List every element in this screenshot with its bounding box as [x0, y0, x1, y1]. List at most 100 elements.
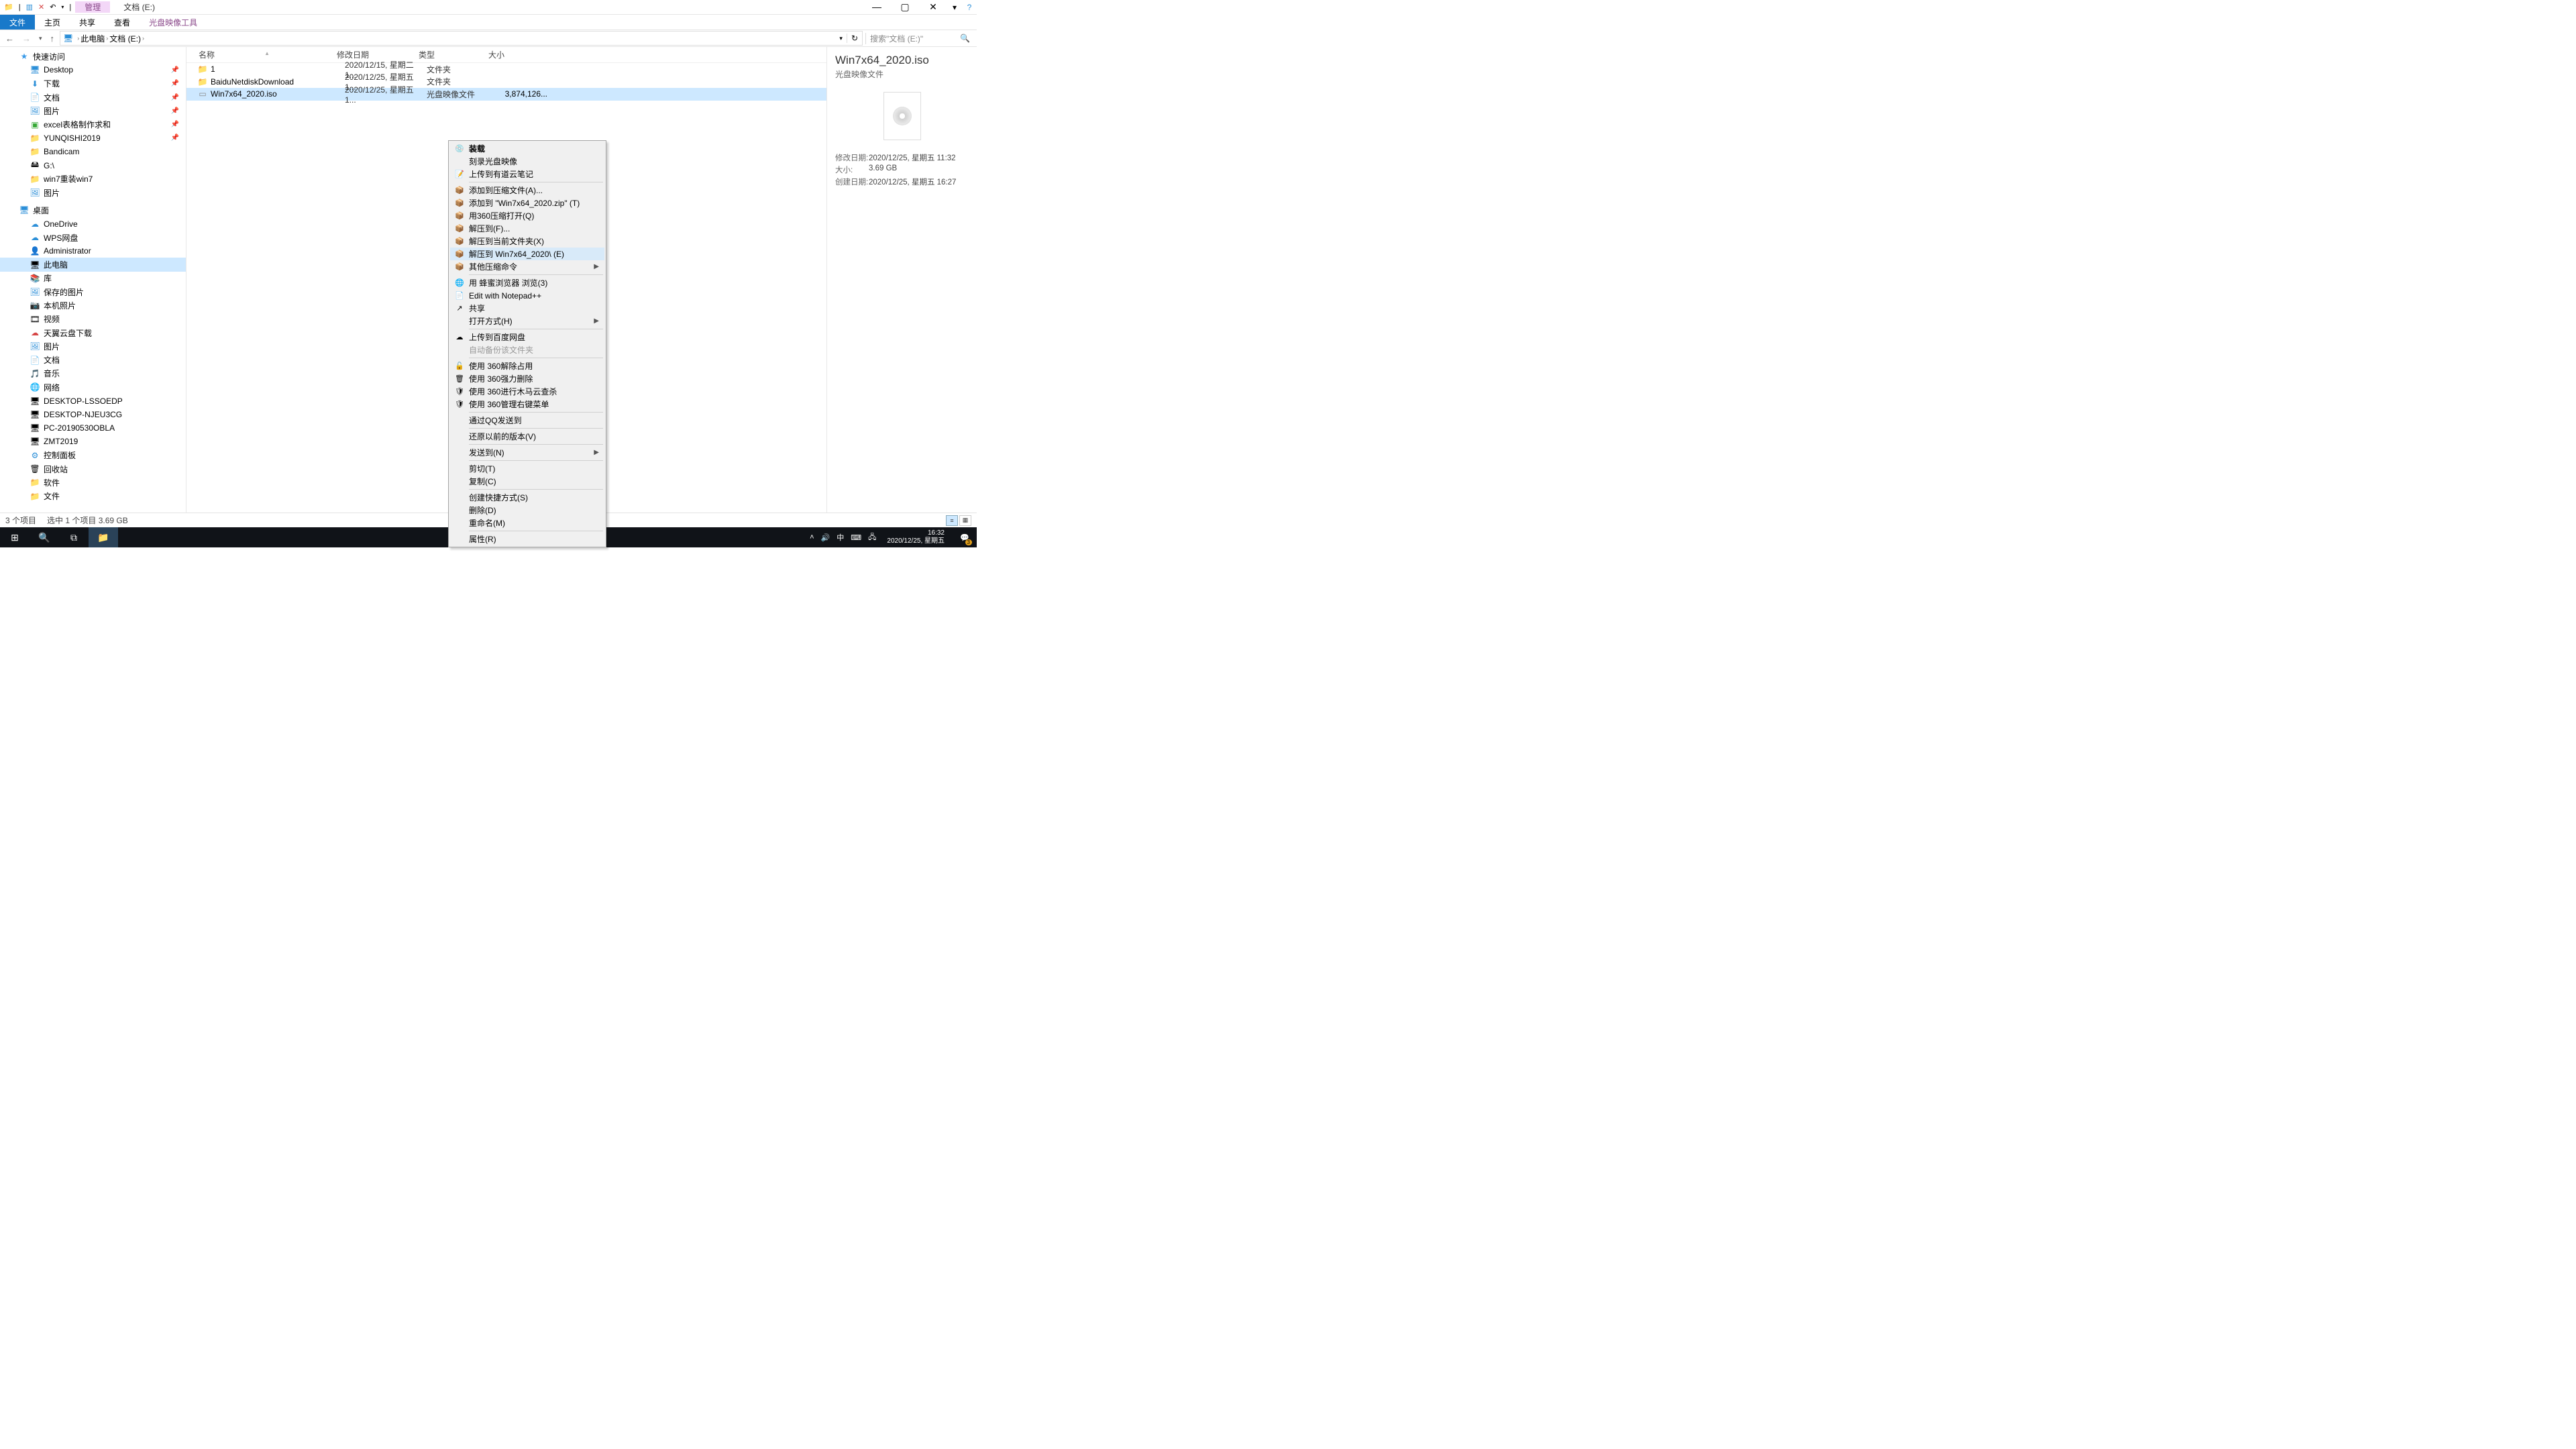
tab-share[interactable]: 共享 — [70, 15, 105, 30]
column-name[interactable]: 名称 — [186, 49, 337, 60]
tree-item[interactable]: 📚库 — [0, 272, 186, 285]
network-icon[interactable]: 🖧 — [868, 531, 876, 544]
minimize-button[interactable]: — — [863, 1, 891, 13]
tree-item[interactable]: 👤Administrator — [0, 244, 186, 258]
tree-item[interactable]: 🗑回收站 — [0, 462, 186, 476]
tree-item[interactable]: 🖥PC-20190530OBLA — [0, 421, 186, 435]
maximize-button[interactable]: ▢ — [891, 1, 919, 13]
explorer-task-button[interactable]: 📁 — [89, 527, 118, 547]
tab-disc-tools[interactable]: 光盘映像工具 — [140, 15, 207, 30]
navigation-pane[interactable]: ★快速访问🖥Desktop📌⬇下载📌📄文档📌🖼图片📌▣excel表格制作求和📌📁… — [0, 47, 186, 513]
volume-icon[interactable]: 🔊 — [821, 533, 830, 542]
context-menu-item[interactable]: 📦其他压缩命令▶ — [450, 260, 604, 273]
breadcrumb[interactable]: 🖥 › 此电脑 › 文档 (E:) › ▾ ↻ — [60, 31, 863, 46]
tree-item[interactable]: 🌐网络 — [0, 380, 186, 394]
context-menu-item[interactable]: 🛡使用 360管理右键菜单 — [450, 398, 604, 411]
context-menu-item[interactable]: 删除(D) — [450, 504, 604, 517]
context-menu-item[interactable]: ☁上传到百度网盘 — [450, 331, 604, 343]
tree-item[interactable]: 🖥DESKTOP-LSSOEDP — [0, 394, 186, 407]
context-menu-item[interactable]: 📦解压到当前文件夹(X) — [450, 235, 604, 248]
chevron-right-icon[interactable]: › — [105, 35, 109, 42]
tree-item[interactable]: 🖥桌面 — [0, 203, 186, 217]
file-row[interactable]: ▭Win7x64_2020.iso2020/12/25, 星期五 1...光盘映… — [186, 88, 826, 101]
tree-item[interactable]: ☁天翼云盘下载 — [0, 326, 186, 339]
tree-item[interactable]: 🖥此电脑 — [0, 258, 186, 271]
delete-icon[interactable]: ✕ — [38, 3, 44, 11]
context-menu-item[interactable]: 属性(R) — [450, 533, 604, 545]
context-menu-item[interactable]: 🔓使用 360解除占用 — [450, 360, 604, 372]
context-menu-item[interactable]: 复制(C) — [450, 475, 604, 488]
tab-file[interactable]: 文件 — [0, 15, 35, 30]
context-menu-item[interactable]: 📦用360压缩打开(Q) — [450, 209, 604, 222]
context-menu-item[interactable]: 通过QQ发送到 — [450, 414, 604, 427]
tree-item[interactable]: ▣excel表格制作求和📌 — [0, 117, 186, 131]
context-tab[interactable]: 管理 — [75, 1, 110, 13]
tray-expand-icon[interactable]: ˄ — [810, 533, 814, 541]
crumb-pc[interactable]: 此电脑 — [80, 33, 105, 44]
search-task-button[interactable]: 🔍 — [30, 527, 59, 547]
address-dropdown-icon[interactable]: ▾ — [835, 35, 847, 42]
refresh-icon[interactable]: ↻ — [847, 34, 862, 43]
context-menu-item[interactable]: 剪切(T) — [450, 462, 604, 475]
chevron-right-icon[interactable]: › — [141, 35, 146, 42]
back-button[interactable]: ← — [3, 34, 17, 44]
column-type[interactable]: 类型 — [419, 49, 488, 60]
context-menu-item[interactable]: 📦解压到 Win7x64_2020\ (E) — [450, 248, 604, 260]
save-icon[interactable]: ▥ — [26, 3, 33, 11]
context-menu-item[interactable]: 📦添加到 "Win7x64_2020.zip" (T) — [450, 197, 604, 209]
context-menu-item[interactable]: ↗共享 — [450, 302, 604, 315]
tree-item[interactable]: 🎵音乐 — [0, 367, 186, 380]
crumb-drive[interactable]: 文档 (E:) — [109, 33, 141, 44]
close-button[interactable]: ✕ — [919, 1, 947, 13]
up-button[interactable]: ↑ — [48, 34, 58, 44]
qat-dropdown-icon[interactable]: ▾ — [61, 4, 64, 10]
context-menu-item[interactable]: 🛡使用 360进行木马云查杀 — [450, 385, 604, 398]
search-icon[interactable]: 🔍 — [960, 34, 970, 43]
tree-item[interactable]: 📷本机照片 — [0, 299, 186, 312]
tree-item[interactable]: 📁Bandicam — [0, 145, 186, 158]
tree-item[interactable]: 🖼图片 — [0, 186, 186, 199]
context-menu-item[interactable]: 📝上传到有道云笔记 — [450, 168, 604, 180]
context-menu-item[interactable]: 📄Edit with Notepad++ — [450, 289, 604, 302]
tree-item[interactable]: 📁文件 — [0, 490, 186, 503]
start-button[interactable]: ⊞ — [0, 527, 30, 547]
tree-item[interactable]: 📄文档📌 — [0, 91, 186, 104]
context-menu-item[interactable]: 还原以前的版本(V) — [450, 430, 604, 443]
thumbnails-view-button[interactable]: ▦ — [959, 515, 971, 526]
clock[interactable]: 16:32 2020/12/25, 星期五 — [883, 529, 949, 545]
tree-item[interactable]: 🖼图片 — [0, 339, 186, 353]
ribbon-toggle-icon[interactable]: ▾ — [947, 3, 962, 12]
folder-row[interactable]: 📁12020/12/15, 星期二 1...文件夹 — [186, 63, 826, 76]
context-menu-item[interactable]: 创建快捷方式(S) — [450, 491, 604, 504]
undo-icon[interactable]: ↶ — [50, 3, 56, 11]
context-menu-item[interactable]: 打开方式(H)▶ — [450, 315, 604, 327]
column-size[interactable]: 大小 — [488, 49, 547, 60]
tab-view[interactable]: 查看 — [105, 15, 140, 30]
tree-item[interactable]: ⚙控制面板 — [0, 449, 186, 462]
tree-item[interactable]: 📄文档 — [0, 354, 186, 367]
context-menu-item[interactable]: 重命名(M) — [450, 517, 604, 529]
task-view-button[interactable]: ⧉ — [59, 527, 89, 547]
context-menu-item[interactable]: 🌐用 蜂蜜浏览器 浏览(3) — [450, 276, 604, 289]
context-menu-item[interactable]: 发送到(N)▶ — [450, 446, 604, 459]
context-menu-item[interactable]: 刻录光盘映像 — [450, 155, 604, 168]
tree-item[interactable]: ★快速访问 — [0, 50, 186, 63]
tab-home[interactable]: 主页 — [35, 15, 70, 30]
tree-item[interactable]: 🖥ZMT2019 — [0, 435, 186, 448]
context-menu-item[interactable]: 💿装载 — [450, 142, 604, 155]
folder-row[interactable]: 📁BaiduNetdiskDownload2020/12/25, 星期五 1..… — [186, 76, 826, 89]
tree-item[interactable]: 🖴G:\ — [0, 158, 186, 172]
tree-item[interactable]: ☁WPS网盘 — [0, 231, 186, 244]
tree-item[interactable]: 📁YUNQISHI2019📌 — [0, 131, 186, 145]
tree-item[interactable]: 🖥DESKTOP-NJEU3CG — [0, 408, 186, 421]
tree-item[interactable]: ☁OneDrive — [0, 217, 186, 231]
context-menu-item[interactable]: 🗑使用 360强力删除 — [450, 372, 604, 385]
help-icon[interactable]: ? — [962, 3, 977, 12]
search-input[interactable]: 搜索"文档 (E:)" 🔍 — [865, 33, 974, 44]
ime-indicator[interactable]: 中 — [837, 532, 844, 543]
tree-item[interactable]: 📁软件 — [0, 476, 186, 489]
tree-item[interactable]: 📁win7重装win7 — [0, 172, 186, 186]
tree-item[interactable]: 🖼图片📌 — [0, 104, 186, 117]
tree-item[interactable]: ⬇下载📌 — [0, 77, 186, 91]
ime-mode-icon[interactable]: ⌨ — [851, 533, 861, 542]
